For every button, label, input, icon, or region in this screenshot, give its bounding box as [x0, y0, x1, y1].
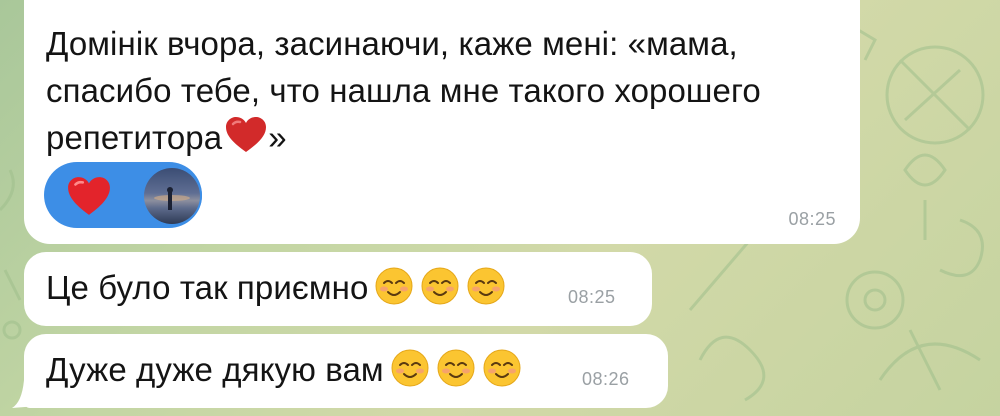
- smiling-face-emoji-icon: [421, 267, 459, 305]
- bubble-tail: [12, 380, 38, 408]
- message-timestamp: 08:26: [582, 369, 630, 389]
- smiling-face-emoji-icon: [483, 349, 521, 387]
- message-bubble-incoming[interactable]: Дуже дуже дякую вам 08:26: [24, 334, 668, 408]
- smiling-face-emoji-icon: [375, 267, 413, 305]
- reaction-pill[interactable]: [44, 162, 202, 228]
- message-bubble-incoming[interactable]: Домінік вчора, засинаючи, каже мені: «ма…: [24, 0, 860, 244]
- smiling-face-emoji-icon: [437, 349, 475, 387]
- red-heart-emoji-icon: [226, 117, 267, 152]
- smiling-face-emoji-icon: [467, 267, 505, 305]
- message-text: Домінік вчора, засинаючи, каже мені: «ма…: [46, 25, 761, 156]
- smiling-face-emoji-icon: [391, 349, 429, 387]
- message-text: Це було так приємно: [46, 264, 506, 311]
- message-bubble-incoming[interactable]: Це було так приємно 08:25: [24, 252, 652, 326]
- message-timestamp: 08:25: [788, 209, 836, 229]
- message-text: Дуже дуже дякую вам: [46, 346, 522, 393]
- reactor-avatar: [144, 168, 200, 224]
- red-heart-icon: [68, 177, 110, 215]
- message-timestamp: 08:25: [568, 287, 616, 307]
